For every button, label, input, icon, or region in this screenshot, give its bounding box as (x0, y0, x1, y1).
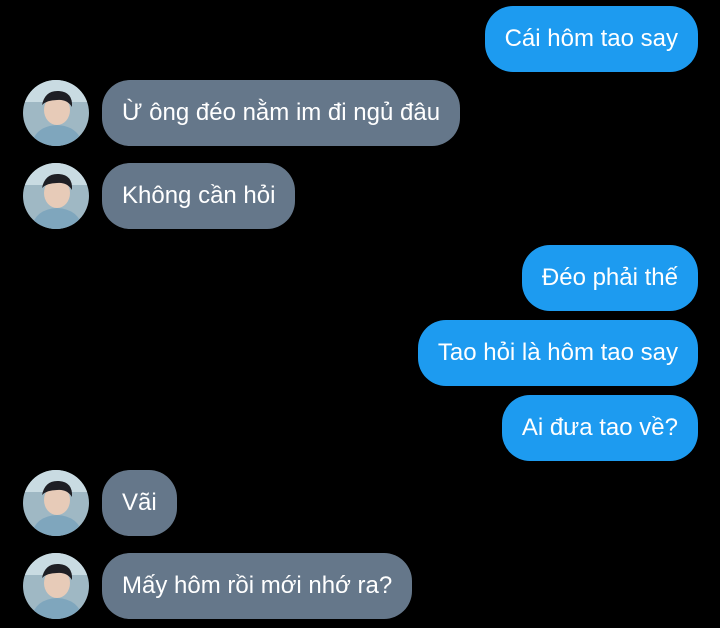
message-row-received: Ừ ông đéo nằm im đi ngủ đâu (102, 80, 461, 146)
message-bubble-sent[interactable]: Tao hỏi là hôm tao say (417, 320, 698, 386)
avatar-image (23, 470, 89, 536)
message-bubble-sent[interactable]: Đéo phải thế (521, 245, 698, 311)
message-bubble-sent[interactable]: Ai đưa tao về? (501, 395, 698, 461)
message-bubble-received[interactable]: Vãi (102, 470, 177, 536)
contact-avatar[interactable] (23, 553, 89, 619)
message-row-received: Vãi (102, 470, 177, 536)
avatar-image (23, 80, 89, 146)
message-row-received: Mấy hôm rồi mới nhớ ra? (102, 553, 413, 619)
message-row-sent: Ai đưa tao về? (501, 395, 698, 461)
message-bubble-received[interactable]: Ừ ông đéo nằm im đi ngủ đâu (102, 80, 461, 146)
avatar-image (23, 553, 89, 619)
message-bubble-received[interactable]: Không cần hỏi (102, 163, 296, 229)
contact-avatar[interactable] (23, 470, 89, 536)
message-bubble-received[interactable]: Mấy hôm rồi mới nhớ ra? (102, 553, 413, 619)
message-row-sent: Tao hỏi là hôm tao say (417, 320, 698, 386)
message-bubble-sent[interactable]: Cái hôm tao say (484, 6, 698, 72)
message-row-received: Không cần hỏi (102, 163, 296, 229)
message-row-sent: Đéo phải thế (521, 245, 698, 311)
contact-avatar[interactable] (23, 80, 89, 146)
avatar-image (23, 163, 89, 229)
message-row-sent: Cái hôm tao say (484, 6, 698, 72)
contact-avatar[interactable] (23, 163, 89, 229)
